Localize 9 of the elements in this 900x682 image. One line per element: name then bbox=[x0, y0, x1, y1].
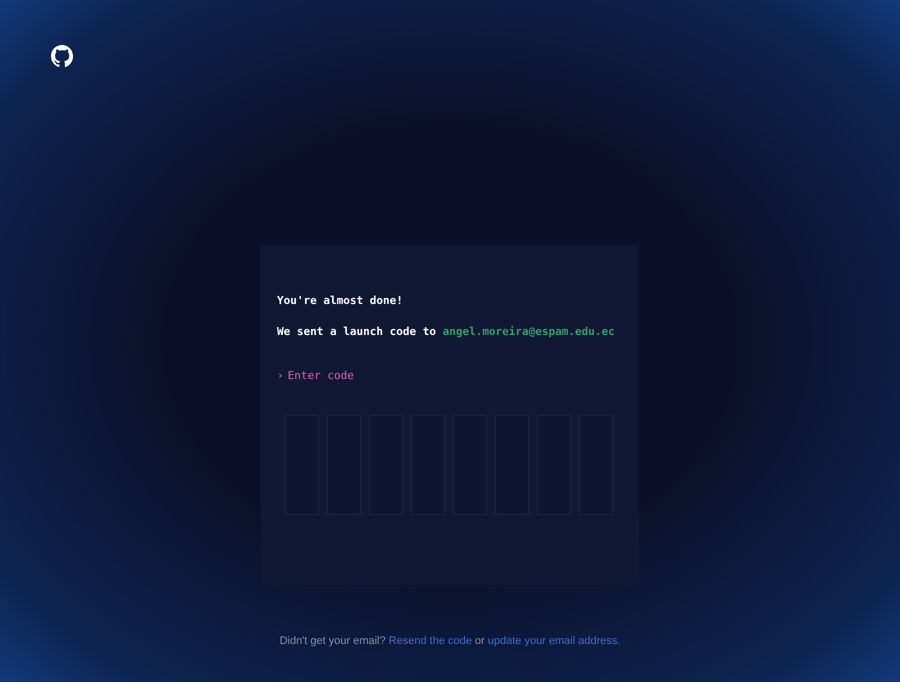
prompt-marker: › bbox=[277, 368, 284, 384]
enter-code-prompt: Enter code bbox=[288, 368, 354, 384]
github-logo-icon bbox=[50, 44, 74, 70]
update-email-link[interactable]: update your email address. bbox=[488, 635, 620, 647]
resend-code-link[interactable]: Resend the code bbox=[388, 635, 472, 647]
resend-message: Didn't get your email? Resend the code or update your email address. bbox=[280, 634, 620, 649]
launch-code-message: We sent a launch code to angel.moreira@espam.edu.ec bbox=[277, 324, 616, 340]
email-address: angel.moreira@espam.edu.ec bbox=[442, 324, 615, 338]
card-title: You're almost done! bbox=[277, 293, 404, 309]
